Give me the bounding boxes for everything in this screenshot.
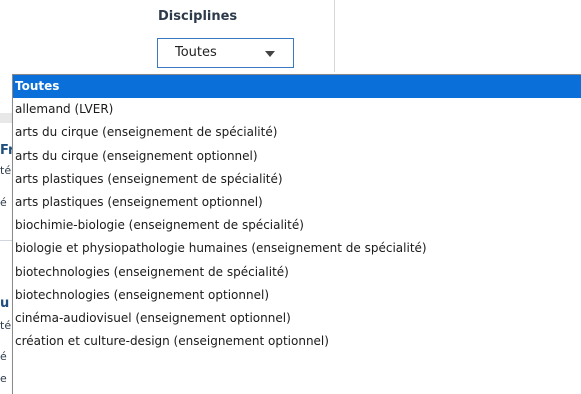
- option-arts-du-cirque-optionnel[interactable]: arts du cirque (enseignement optionnel): [13, 145, 581, 168]
- background-heading-fragment: Fr: [0, 143, 12, 158]
- option-arts-plastiques-specialite[interactable]: arts plastiques (enseignement de spécial…: [13, 168, 581, 191]
- option-creation-culture-design-optionnel[interactable]: création et culture-design (enseignement…: [13, 330, 581, 353]
- option-arts-du-cirque-specialite[interactable]: arts du cirque (enseignement de spéciali…: [13, 121, 581, 144]
- disciplines-dropdown-list[interactable]: Toutes allemand (LVER) arts du cirque (e…: [12, 74, 581, 394]
- background-text-fragment: é: [0, 196, 7, 209]
- background-rule: [0, 240, 12, 241]
- option-arts-plastiques-optionnel[interactable]: arts plastiques (enseignement optionnel): [13, 191, 581, 214]
- option-cinema-audiovisuel-optionnel[interactable]: cinéma-audiovisuel (enseignement optionn…: [13, 307, 581, 330]
- background-heading-fragment: u: [0, 296, 10, 311]
- select-value: Toutes: [175, 45, 217, 60]
- background-text-fragment: té: [0, 319, 12, 332]
- page-background: [0, 0, 146, 72]
- option-toutes[interactable]: Toutes: [13, 75, 581, 99]
- disciplines-label: Disciplines: [158, 9, 238, 24]
- chevron-down-icon: [265, 51, 275, 57]
- background-text-fragment: e: [0, 372, 7, 385]
- option-biochimie-biologie-specialite[interactable]: biochimie-biologie (enseignement de spéc…: [13, 214, 581, 237]
- option-biotechnologies-optionnel[interactable]: biotechnologies (enseignement optionnel): [13, 284, 581, 307]
- background-text-fragment: té: [0, 164, 12, 177]
- disciplines-select[interactable]: Toutes: [157, 38, 294, 68]
- background-text-fragment: é: [0, 350, 7, 363]
- option-biologie-physiopathologie-specialite[interactable]: biologie et physiopathologie humaines (e…: [13, 237, 581, 260]
- option-biotechnologies-specialite[interactable]: biotechnologies (enseignement de spécial…: [13, 261, 581, 284]
- option-allemand-lver[interactable]: allemand (LVER): [13, 98, 581, 121]
